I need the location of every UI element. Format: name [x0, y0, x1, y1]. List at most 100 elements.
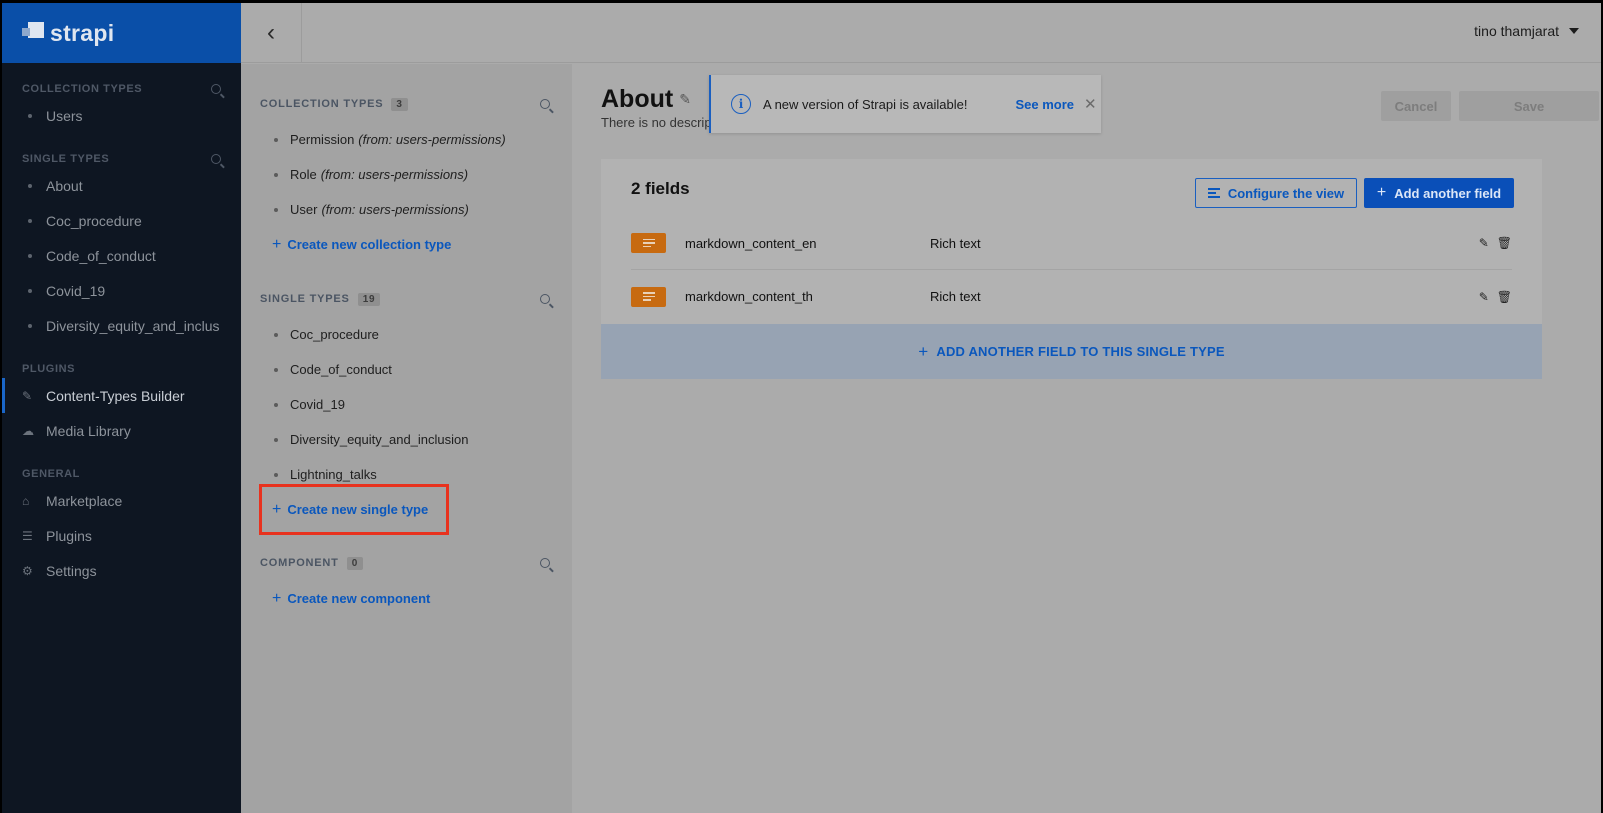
list-icon: ☰ [22, 528, 33, 543]
bullet-icon [28, 218, 32, 223]
nav-section-title: COLLECTION TYPES [22, 83, 143, 95]
nav-section-title: GENERAL [22, 468, 80, 480]
nav-item-coc-procedure[interactable]: Coc_procedure [22, 203, 221, 238]
list-item-covid-19[interactable]: Covid_19 [260, 387, 553, 422]
list-item-user[interactable]: User (from: users-permissions) [260, 192, 553, 227]
trash-icon[interactable]: 🗑 [1497, 236, 1512, 250]
nav-item-diversity[interactable]: Diversity_equity_and_inclus [22, 308, 221, 343]
list-item-role[interactable]: Role (from: users-permissions) [260, 157, 553, 192]
count-badge: 19 [357, 292, 381, 306]
nav-item-code-of-conduct[interactable]: Code_of_conduct [22, 238, 221, 273]
nav-item-label: Coc_procedure [46, 212, 142, 229]
nav-item-label: Media Library [46, 422, 131, 439]
configure-view-button[interactable]: Configure the view [1195, 178, 1357, 208]
create-component-link[interactable]: + Create new component [260, 581, 553, 616]
update-notification: i A new version of Strapi is available! … [709, 75, 1101, 133]
nav-item-about[interactable]: About [22, 168, 221, 203]
table-row[interactable]: markdown_content_th Rich text ✎ 🗑 [631, 270, 1512, 323]
nav-item-marketplace[interactable]: ⌂ Marketplace [22, 483, 221, 518]
field-name: markdown_content_en [685, 235, 817, 251]
search-icon[interactable] [211, 84, 221, 94]
plus-icon: + [918, 341, 929, 361]
user-name: tino thamjarat [1474, 23, 1559, 39]
nav-item-label: Content-Types Builder [46, 387, 185, 404]
pencil-icon[interactable]: ✎ [679, 91, 691, 108]
list-item-diversity[interactable]: Diversity_equity_and_inclusion [260, 422, 553, 457]
component-section: COMPONENT 0 + Create new component [241, 555, 572, 616]
paintbrush-icon: ✎ [22, 388, 33, 403]
bullet-icon [274, 402, 278, 407]
nav-item-settings[interactable]: ⚙ Settings [22, 553, 221, 588]
bullet-icon [28, 288, 32, 293]
item-name: Permission [290, 132, 355, 147]
app-window: strapi COLLECTION TYPES Users SINGLE TYP… [2, 3, 1601, 813]
list-item-permission[interactable]: Permission (from: users-permissions) [260, 122, 553, 157]
list-item-code-of-conduct[interactable]: Code_of_conduct [260, 352, 553, 387]
nav-item-plugins[interactable]: ☰ Plugins [22, 518, 221, 553]
add-another-field-bar[interactable]: + ADD ANOTHER FIELD TO THIS SINGLE TYPE [601, 324, 1542, 379]
nav-section-single-types: SINGLE TYPES About Coc_procedure Code_of… [2, 151, 241, 343]
cancel-button[interactable]: Cancel [1381, 91, 1451, 121]
count-badge: 3 [391, 97, 408, 111]
see-more-link[interactable]: See more [1016, 97, 1075, 112]
nav-item-media-library[interactable]: ☁ Media Library [22, 413, 221, 448]
item-source: (from: users-permissions) [358, 132, 506, 147]
create-label: Create new component [287, 591, 431, 606]
top-bar: ‹ tino thamjarat [241, 3, 1601, 63]
search-icon[interactable] [540, 294, 550, 304]
pencil-icon[interactable]: ✎ [1479, 290, 1489, 304]
bullet-icon [274, 137, 278, 142]
nav-item-label: Covid_19 [46, 282, 106, 299]
list-item-coc-procedure[interactable]: Coc_procedure [260, 317, 553, 352]
bullet-icon [28, 323, 32, 328]
item-name: Covid_19 [290, 397, 345, 412]
count-badge: 0 [346, 556, 364, 570]
section-title: COMPONENT [260, 557, 339, 569]
rich-text-icon [631, 233, 666, 253]
main-content: About ✎ There is no description i A new … [572, 64, 1601, 813]
nav-item-users[interactable]: Users [22, 98, 221, 133]
item-source: (from: users-permissions) [320, 167, 469, 182]
notification-text: A new version of Strapi is available! [763, 96, 968, 112]
field-type: Rich text [930, 289, 981, 304]
nav-section-general: GENERAL ⌂ Marketplace ☰ Plugins ⚙ Settings [2, 466, 241, 588]
item-source: (from: users-permissions) [321, 202, 469, 217]
gear-icon: ⚙ [22, 563, 33, 578]
nav-item-label: Code_of_conduct [46, 247, 156, 264]
rich-text-icon [631, 286, 666, 307]
plus-icon: + [1376, 184, 1387, 201]
nav-item-label: Marketplace [46, 492, 123, 509]
search-icon[interactable] [540, 558, 550, 568]
page-description: There is no description [601, 115, 711, 130]
trash-icon[interactable]: 🗑 [1497, 290, 1512, 304]
close-icon[interactable]: ✕ [1084, 95, 1097, 113]
create-collection-type-link[interactable]: + Create new collection type [260, 227, 553, 262]
plus-icon: + [272, 235, 282, 253]
search-icon[interactable] [211, 154, 221, 164]
nav-item-covid-19[interactable]: Covid_19 [22, 273, 221, 308]
nav-section-collection-types: COLLECTION TYPES Users [2, 81, 241, 133]
strapi-logo-icon [22, 22, 44, 44]
nav-item-label: Users [46, 107, 83, 124]
brand-name: strapi [50, 19, 115, 46]
plus-icon: + [272, 589, 282, 607]
strapi-logo[interactable]: strapi [22, 20, 114, 47]
nav-item-content-types-builder[interactable]: ✎ Content-Types Builder [2, 378, 221, 413]
configure-icon [1207, 188, 1220, 198]
save-button[interactable]: Save [1459, 91, 1599, 121]
brand-bar: strapi [2, 3, 241, 63]
back-button[interactable]: ‹ [241, 3, 302, 63]
bullet-icon [274, 207, 278, 212]
field-name: markdown_content_th [685, 289, 813, 304]
info-icon: i [731, 94, 751, 114]
search-icon[interactable] [540, 99, 550, 109]
table-row[interactable]: markdown_content_en Rich text ✎ 🗑 [631, 217, 1512, 270]
add-field-label: Add another field [1394, 185, 1502, 201]
fields-card: 2 fields Configure the view + Add anothe… [601, 159, 1542, 379]
pencil-icon[interactable]: ✎ [1479, 236, 1489, 250]
section-title: COLLECTION TYPES [260, 98, 384, 110]
user-menu[interactable]: tino thamjarat [1474, 23, 1579, 39]
add-another-field-button[interactable]: + Add another field [1364, 178, 1514, 208]
field-type: Rich text [930, 235, 981, 251]
nav-item-label: About [46, 177, 83, 194]
